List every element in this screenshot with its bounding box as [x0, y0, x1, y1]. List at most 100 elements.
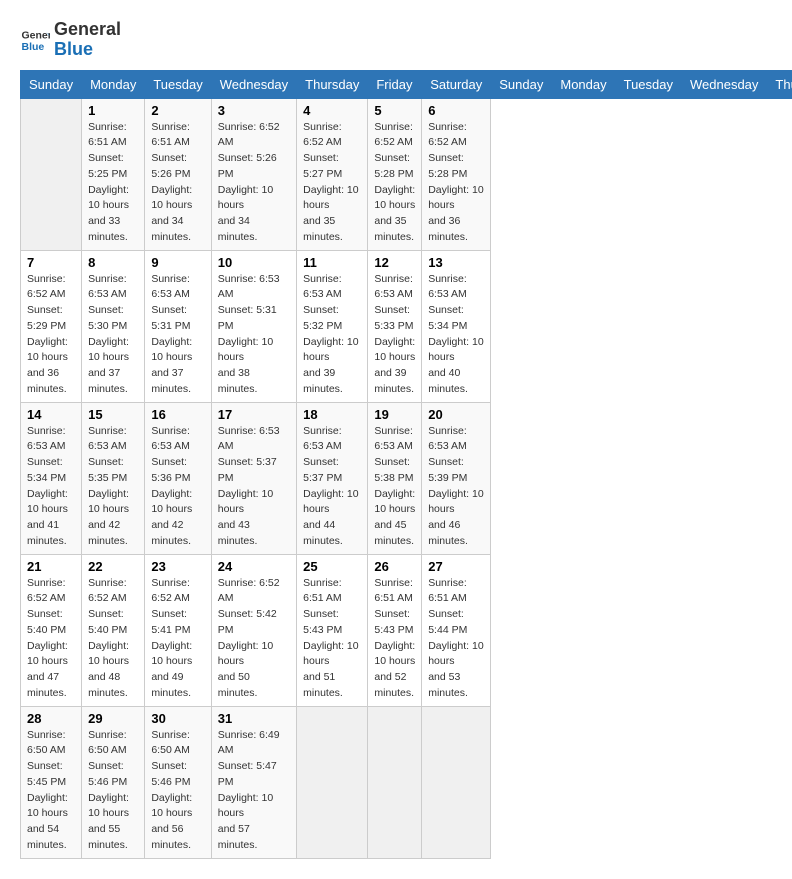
day-info: Sunrise: 6:53 AMSunset: 5:34 PMDaylight:…: [27, 424, 75, 550]
calendar-cell: 25Sunrise: 6:51 AMSunset: 5:43 PMDayligh…: [297, 554, 368, 706]
calendar-cell: 27 Sunrise: 6:51 AMSunset: 5:44 PMDayligh…: [422, 554, 491, 706]
day-number: 3: [218, 103, 290, 118]
calendar-cell: 28 Sunrise: 6:50 AMSunset: 5:45 PMDayligh…: [21, 706, 82, 858]
day-info: Sunrise: 6:52 AMSunset: 5:40 PMDaylight:…: [88, 576, 138, 702]
day-info: Sunrise: 6:51 AMSunset: 5:44 PMDaylight:…: [428, 576, 484, 702]
day-number: 6: [428, 103, 484, 118]
calendar-cell: [297, 706, 368, 858]
day-info: Sunrise: 6:53 AMSunset: 5:31 PMDaylight:…: [218, 272, 290, 398]
day-number: 20: [428, 407, 484, 422]
week-row-5: 28 Sunrise: 6:50 AMSunset: 5:45 PMDayligh…: [21, 706, 792, 858]
day-number: 23: [151, 559, 204, 574]
day-info: Sunrise: 6:51 AMSunset: 5:43 PMDaylight:…: [374, 576, 415, 702]
calendar-cell: 8 Sunrise: 6:53 AMSunset: 5:30 PMDaylight…: [82, 250, 145, 402]
day-info: Sunrise: 6:52 AMSunset: 5:26 PMDaylight:…: [218, 120, 290, 246]
day-number: 25: [303, 559, 361, 574]
day-info: Sunrise: 6:52 AMSunset: 5:41 PMDaylight:…: [151, 576, 204, 702]
day-number: 17: [218, 407, 290, 422]
day-number: 5: [374, 103, 415, 118]
day-number: 27: [428, 559, 484, 574]
header-monday: Monday: [82, 70, 145, 98]
week-row-3: 14Sunrise: 6:53 AMSunset: 5:34 PMDayligh…: [21, 402, 792, 554]
day-number: 1: [88, 103, 138, 118]
calendar-cell: 22 Sunrise: 6:52 AMSunset: 5:40 PMDayligh…: [82, 554, 145, 706]
calendar-cell: 15 Sunrise: 6:53 AMSunset: 5:35 PMDayligh…: [82, 402, 145, 554]
day-number: 29: [88, 711, 138, 726]
day-info: Sunrise: 6:53 AMSunset: 5:35 PMDaylight:…: [88, 424, 138, 550]
day-number: 7: [27, 255, 75, 270]
day-number: 12: [374, 255, 415, 270]
calendar-cell: 21Sunrise: 6:52 AMSunset: 5:40 PMDayligh…: [21, 554, 82, 706]
logo: General Blue General Blue: [20, 20, 121, 60]
week-row-4: 21Sunrise: 6:52 AMSunset: 5:40 PMDayligh…: [21, 554, 792, 706]
calendar-cell: 2 Sunrise: 6:51 AMSunset: 5:26 PMDaylight…: [145, 98, 211, 250]
day-info: Sunrise: 6:53 AMSunset: 5:31 PMDaylight:…: [151, 272, 204, 398]
header-wednesday: Wednesday: [682, 70, 767, 98]
day-number: 28: [27, 711, 75, 726]
calendar-cell: 1 Sunrise: 6:51 AMSunset: 5:25 PMDaylight…: [82, 98, 145, 250]
day-info: Sunrise: 6:52 AMSunset: 5:29 PMDaylight:…: [27, 272, 75, 398]
calendar-cell: 11Sunrise: 6:53 AMSunset: 5:32 PMDayligh…: [297, 250, 368, 402]
calendar-cell: 9Sunrise: 6:53 AMSunset: 5:31 PMDaylight…: [145, 250, 211, 402]
calendar-cell: [21, 98, 82, 250]
calendar-cell: 23 Sunrise: 6:52 AMSunset: 5:41 PMDayligh…: [145, 554, 211, 706]
day-info: Sunrise: 6:50 AMSunset: 5:45 PMDaylight:…: [27, 728, 75, 854]
day-info: Sunrise: 6:53 AMSunset: 5:30 PMDaylight:…: [88, 272, 138, 398]
calendar-cell: 4Sunrise: 6:52 AMSunset: 5:27 PMDaylight…: [297, 98, 368, 250]
day-info: Sunrise: 6:53 AMSunset: 5:38 PMDaylight:…: [374, 424, 415, 550]
day-number: 10: [218, 255, 290, 270]
calendar-table: SundayMondayTuesdayWednesdayThursdayFrid…: [20, 70, 792, 859]
calendar-cell: 6 Sunrise: 6:52 AMSunset: 5:28 PMDaylight…: [422, 98, 491, 250]
calendar-cell: 18Sunrise: 6:53 AMSunset: 5:37 PMDayligh…: [297, 402, 368, 554]
day-number: 15: [88, 407, 138, 422]
day-info: Sunrise: 6:51 AMSunset: 5:25 PMDaylight:…: [88, 120, 138, 246]
day-number: 26: [374, 559, 415, 574]
day-info: Sunrise: 6:52 AMSunset: 5:27 PMDaylight:…: [303, 120, 361, 246]
header-thursday: Thursday: [767, 70, 792, 98]
header-sunday: Sunday: [21, 70, 82, 98]
day-info: Sunrise: 6:53 AMSunset: 5:34 PMDaylight:…: [428, 272, 484, 398]
day-number: 8: [88, 255, 138, 270]
day-info: Sunrise: 6:50 AMSunset: 5:46 PMDaylight:…: [151, 728, 204, 854]
logo-blue: Blue: [54, 40, 121, 60]
day-number: 30: [151, 711, 204, 726]
day-number: 19: [374, 407, 415, 422]
header-friday: Friday: [368, 70, 422, 98]
calendar-cell: 30 Sunrise: 6:50 AMSunset: 5:46 PMDayligh…: [145, 706, 211, 858]
day-number: 2: [151, 103, 204, 118]
calendar-cell: 14Sunrise: 6:53 AMSunset: 5:34 PMDayligh…: [21, 402, 82, 554]
header-monday: Monday: [552, 70, 615, 98]
day-info: Sunrise: 6:52 AMSunset: 5:42 PMDaylight:…: [218, 576, 290, 702]
calendar-cell: 29Sunrise: 6:50 AMSunset: 5:46 PMDayligh…: [82, 706, 145, 858]
calendar-cell: 12Sunrise: 6:53 AMSunset: 5:33 PMDayligh…: [368, 250, 422, 402]
calendar-cell: 13Sunrise: 6:53 AMSunset: 5:34 PMDayligh…: [422, 250, 491, 402]
day-number: 16: [151, 407, 204, 422]
week-row-2: 7 Sunrise: 6:52 AMSunset: 5:29 PMDaylight…: [21, 250, 792, 402]
calendar-cell: 24Sunrise: 6:52 AMSunset: 5:42 PMDayligh…: [211, 554, 296, 706]
calendar-cell: 7 Sunrise: 6:52 AMSunset: 5:29 PMDaylight…: [21, 250, 82, 402]
week-row-1: 1 Sunrise: 6:51 AMSunset: 5:25 PMDaylight…: [21, 98, 792, 250]
header-tuesday: Tuesday: [145, 70, 211, 98]
day-info: Sunrise: 6:51 AMSunset: 5:26 PMDaylight:…: [151, 120, 204, 246]
header-tuesday: Tuesday: [615, 70, 681, 98]
day-info: Sunrise: 6:52 AMSunset: 5:40 PMDaylight:…: [27, 576, 75, 702]
day-info: Sunrise: 6:53 AMSunset: 5:39 PMDaylight:…: [428, 424, 484, 550]
calendar-cell: 5 Sunrise: 6:52 AMSunset: 5:28 PMDaylight…: [368, 98, 422, 250]
logo-icon: General Blue: [20, 25, 50, 55]
day-info: Sunrise: 6:52 AMSunset: 5:28 PMDaylight:…: [428, 120, 484, 246]
header-wednesday: Wednesday: [211, 70, 296, 98]
svg-text:General: General: [22, 29, 51, 41]
calendar-cell: 3 Sunrise: 6:52 AMSunset: 5:26 PMDaylight…: [211, 98, 296, 250]
day-number: 22: [88, 559, 138, 574]
calendar-cell: [422, 706, 491, 858]
calendar-cell: [368, 706, 422, 858]
calendar-cell: 17 Sunrise: 6:53 AMSunset: 5:37 PMDayligh…: [211, 402, 296, 554]
day-number: 31: [218, 711, 290, 726]
day-number: 11: [303, 255, 361, 270]
day-number: 18: [303, 407, 361, 422]
day-info: Sunrise: 6:52 AMSunset: 5:28 PMDaylight:…: [374, 120, 415, 246]
day-info: Sunrise: 6:53 AMSunset: 5:37 PMDaylight:…: [218, 424, 290, 550]
logo-text: General Blue: [54, 20, 121, 60]
day-info: Sunrise: 6:49 AMSunset: 5:47 PMDaylight:…: [218, 728, 290, 854]
svg-text:Blue: Blue: [22, 41, 45, 53]
